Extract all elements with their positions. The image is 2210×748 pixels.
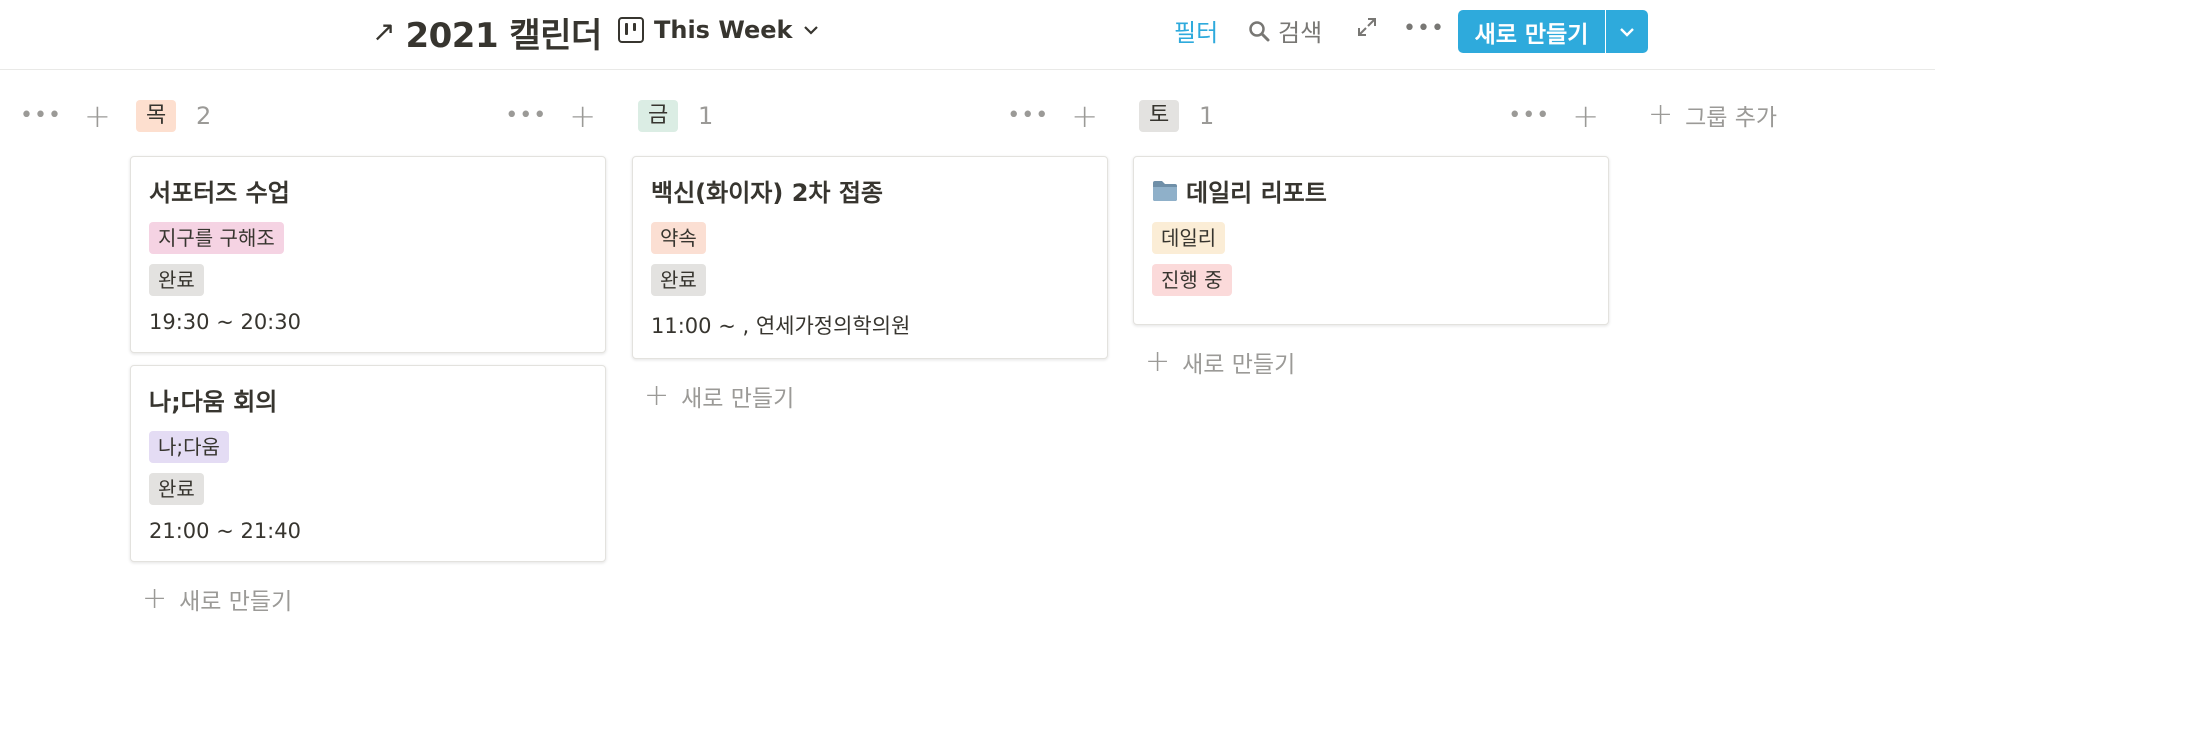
- column-header: 목 2 ••• +: [130, 94, 606, 136]
- board-card[interactable]: 데일리 리포트 데일리 진행 중: [1133, 156, 1609, 325]
- more-options-icon[interactable]: •••: [1007, 105, 1049, 127]
- more-options-icon[interactable]: •••: [20, 105, 62, 127]
- new-button-group: 새로 만들기: [1458, 10, 1648, 53]
- card-title: 나;다움 회의: [149, 388, 278, 416]
- more-options-icon[interactable]: •••: [1508, 105, 1550, 127]
- card-title: 데일리 리포트: [1186, 179, 1327, 207]
- expand-icon[interactable]: [1356, 16, 1378, 38]
- plus-icon: +: [1648, 97, 1674, 132]
- column-actions: ••• +: [1007, 100, 1098, 132]
- card-title: 백신(화이자) 2차 접종: [651, 179, 883, 207]
- board-card[interactable]: 백신(화이자) 2차 접종 약속 완료 11:00 ~ , 연세가정의학의원: [632, 156, 1108, 359]
- view-label: This Week: [654, 16, 793, 44]
- chevron-down-icon: [1620, 27, 1634, 37]
- board-view-icon: [618, 17, 644, 43]
- plus-icon: +: [1145, 344, 1171, 379]
- status-badge: 진행 중: [1152, 264, 1232, 296]
- hidden-column-controls: ••• +: [20, 100, 111, 132]
- column-header: 금 1 ••• +: [632, 94, 1108, 136]
- add-card-icon[interactable]: +: [84, 100, 111, 132]
- add-new-card-button[interactable]: + 새로 만들기: [1133, 345, 1609, 379]
- folder-icon: [1153, 180, 1177, 201]
- add-new-label: 새로 만들기: [179, 589, 293, 615]
- add-new-card-button[interactable]: + 새로 만들기: [130, 582, 606, 616]
- board-column-friday: 금 1 ••• + 백신(화이자) 2차 접종 약속 완료 11:00 ~ , …: [632, 94, 1108, 413]
- column-tag[interactable]: 금: [638, 100, 679, 132]
- new-button[interactable]: 새로 만들기: [1458, 10, 1605, 53]
- board-column-saturday: 토 1 ••• + 데일리 리포트 데일리 진행 중 + 새로 만들기: [1133, 94, 1609, 379]
- card-tag: 약속: [651, 222, 706, 254]
- more-options-icon[interactable]: •••: [505, 105, 547, 127]
- card-title-row: 데일리 리포트: [1152, 173, 1590, 208]
- card-tag: 나;다움: [149, 431, 229, 463]
- add-card-icon[interactable]: +: [1572, 100, 1599, 132]
- new-button-dropdown[interactable]: [1606, 10, 1648, 53]
- status-badge: 완료: [149, 264, 204, 296]
- search-label: 검색: [1278, 19, 1323, 47]
- plus-icon: +: [644, 378, 670, 413]
- add-new-card-button[interactable]: + 새로 만들기: [632, 379, 1108, 413]
- search-button[interactable]: 검색: [1248, 13, 1322, 48]
- column-count: 1: [1199, 102, 1215, 130]
- board-card[interactable]: 서포터즈 수업 지구를 구해조 완료 19:30 ~ 20:30: [130, 156, 606, 353]
- database-title-text: 2021 캘린더: [405, 15, 602, 56]
- card-title: 서포터즈 수업: [149, 179, 290, 207]
- column-actions: ••• +: [505, 100, 596, 132]
- column-count: 2: [196, 102, 212, 130]
- search-icon: [1249, 20, 1270, 41]
- card-tag: 지구를 구해조: [149, 222, 284, 254]
- column-tag[interactable]: 토: [1139, 100, 1180, 132]
- card-tag: 데일리: [1152, 222, 1226, 254]
- board-column-thursday: 목 2 ••• + 서포터즈 수업 지구를 구해조 완료 19:30 ~ 20:…: [130, 94, 606, 616]
- add-card-icon[interactable]: +: [569, 100, 596, 132]
- status-badge: 완료: [651, 264, 706, 296]
- filter-button[interactable]: 필터: [1174, 13, 1218, 48]
- add-card-icon[interactable]: +: [1071, 100, 1098, 132]
- card-time: 21:00 ~ 21:40: [149, 519, 301, 543]
- view-switcher[interactable]: This Week: [618, 12, 820, 48]
- add-group-label: 그룹 추가: [1685, 105, 1778, 131]
- add-new-label: 새로 만들기: [1182, 352, 1296, 378]
- more-options-icon[interactable]: •••: [1403, 16, 1445, 41]
- column-actions: ••• +: [1508, 100, 1599, 132]
- card-time: 11:00 ~ , 연세가정의학의원: [651, 314, 911, 338]
- column-count: 1: [698, 102, 714, 130]
- plus-icon: +: [142, 581, 168, 616]
- database-header: ↗ 2021 캘린더 This Week 필터 검색 ••• 새로 만들기: [0, 0, 1935, 70]
- column-header: 토 1 ••• +: [1133, 94, 1609, 136]
- database-title[interactable]: ↗ 2021 캘린더: [372, 10, 602, 56]
- status-badge: 완료: [149, 473, 204, 505]
- board-card[interactable]: 나;다움 회의 나;다움 완료 21:00 ~ 21:40: [130, 365, 606, 562]
- notion-board-view: ↗ 2021 캘린더 This Week 필터 검색 ••• 새로 만들기 ••…: [0, 0, 2210, 748]
- card-time: 19:30 ~ 20:30: [149, 310, 301, 334]
- chevron-down-icon: [804, 26, 819, 35]
- add-group-button[interactable]: + 그룹 추가: [1648, 98, 1777, 132]
- add-new-label: 새로 만들기: [681, 386, 795, 412]
- column-tag[interactable]: 목: [136, 100, 177, 132]
- linked-arrow-icon: ↗: [372, 15, 396, 48]
